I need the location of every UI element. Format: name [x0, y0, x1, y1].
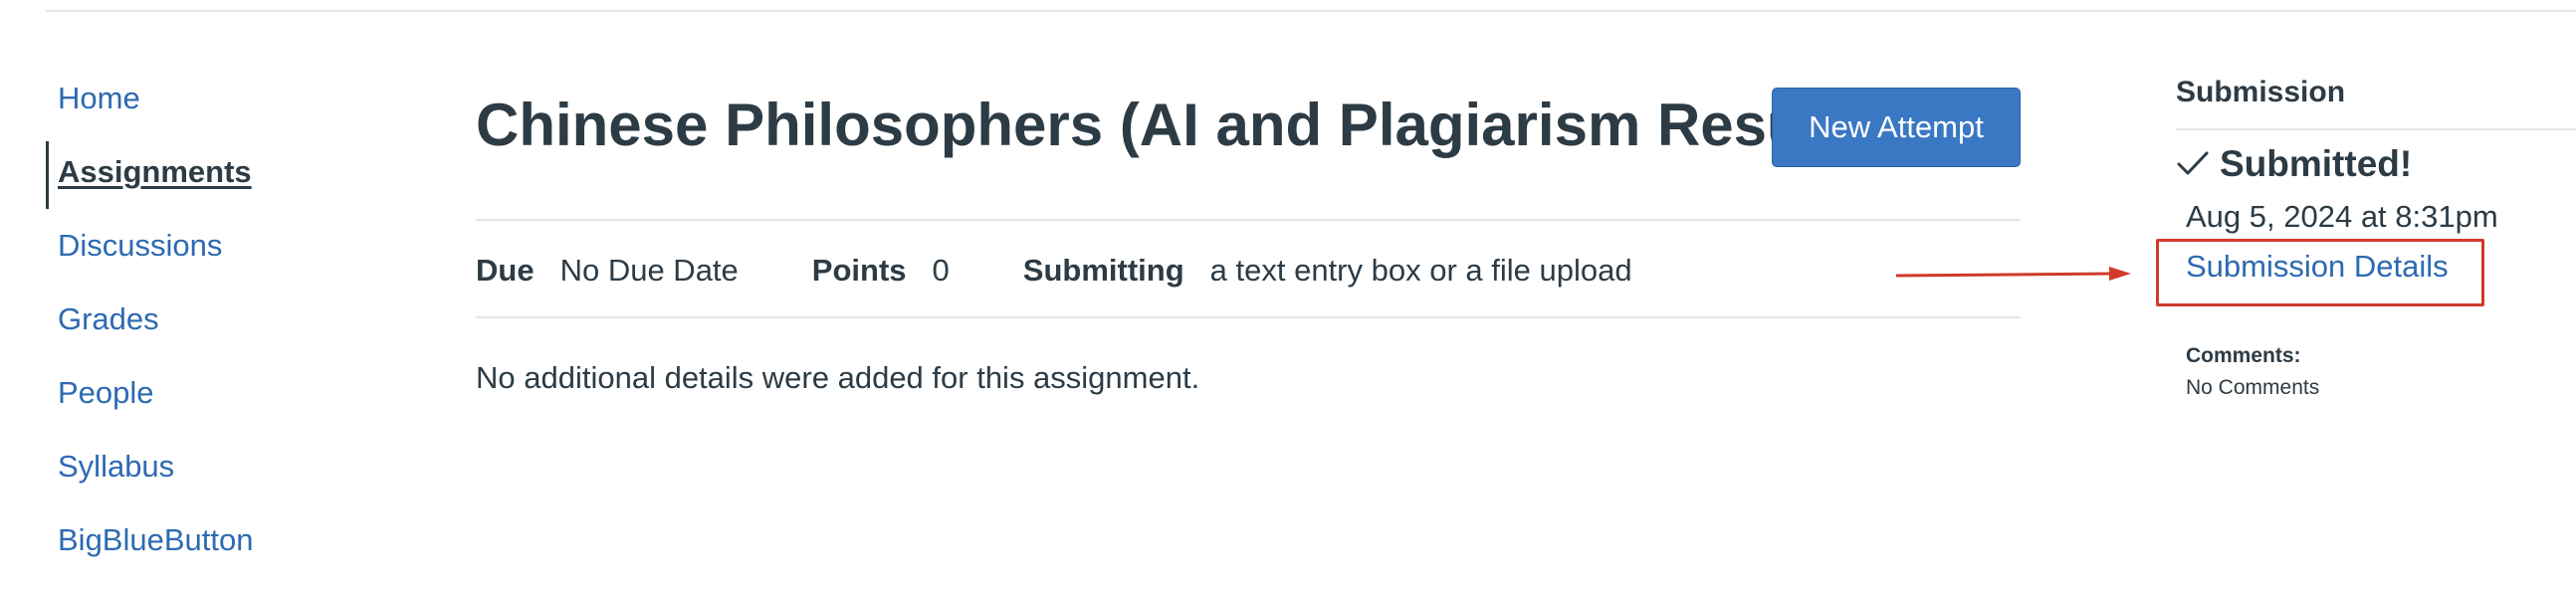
submission-status-label: Submitted!: [2220, 143, 2413, 184]
nav-item-bigbluebutton[interactable]: BigBlueButton: [46, 503, 404, 577]
submitting-detail: Submitting a text entry box or a file up…: [1023, 253, 1632, 289]
annotation-arrow: [1895, 267, 2131, 281]
points-label: Points: [811, 253, 907, 288]
details-divider-top: [476, 219, 2021, 221]
nav-item-home[interactable]: Home: [46, 62, 404, 135]
nav-item-label: Assignments: [58, 154, 252, 189]
points-detail: Points 0: [812, 253, 950, 289]
nav-item-label: People: [58, 375, 154, 410]
submission-divider: [2176, 128, 2576, 130]
course-navigation: Home Assignments Discussions Grades Peop…: [46, 62, 404, 577]
submission-heading: Submission: [2176, 76, 2346, 108]
due-label: Due: [476, 253, 535, 288]
submission-sidebar: Submission Submitted! Aug 5, 2024 at 8:3…: [2156, 0, 2576, 591]
assignment-description: No additional details were added for thi…: [476, 360, 1200, 395]
check-icon: [2177, 151, 2209, 175]
submission-status: Submitted!: [2176, 143, 2412, 185]
new-attempt-button[interactable]: New Attempt: [1772, 88, 2021, 167]
nav-item-label: BigBlueButton: [58, 522, 254, 557]
due-value: No Due Date: [559, 253, 739, 288]
assignment-title: Chinese Philosophers (AI and Plagiarism …: [476, 92, 1893, 158]
nav-item-discussions[interactable]: Discussions: [46, 209, 404, 283]
nav-item-label: Syllabus: [58, 449, 175, 484]
nav-item-label: Home: [58, 81, 140, 115]
nav-item-syllabus[interactable]: Syllabus: [46, 430, 404, 503]
nav-item-label: Grades: [58, 301, 159, 336]
due-detail: Due No Due Date: [476, 253, 739, 289]
nav-item-people[interactable]: People: [46, 356, 404, 430]
details-divider-bottom: [476, 316, 2021, 318]
nav-item-grades[interactable]: Grades: [46, 283, 404, 356]
comments-value: No Comments: [2186, 376, 2320, 399]
assignment-content: Chinese Philosophers (AI and Plagiarism …: [476, 0, 2021, 591]
nav-item-label: Discussions: [58, 228, 223, 263]
submission-date: Aug 5, 2024 at 8:31pm: [2186, 199, 2498, 234]
points-value: 0: [932, 253, 950, 288]
submitting-label: Submitting: [1022, 253, 1184, 288]
assignment-details: Due No Due Date Points 0 Submitting a te…: [476, 251, 1632, 291]
nav-item-assignments[interactable]: Assignments: [46, 135, 404, 209]
comments-label: Comments:: [2186, 344, 2301, 367]
submitting-value: a text entry box or a file upload: [1209, 253, 1632, 288]
submission-details-link[interactable]: Submission Details: [2186, 249, 2449, 285]
